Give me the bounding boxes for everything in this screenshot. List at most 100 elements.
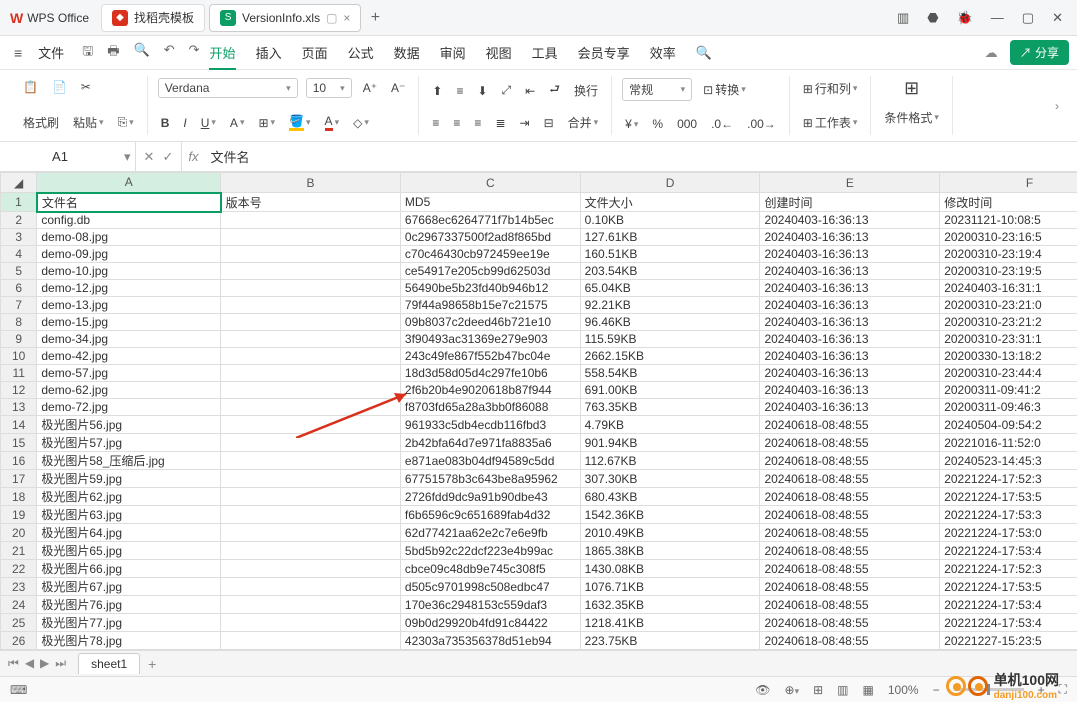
italic-icon[interactable]: I <box>180 114 189 132</box>
cell[interactable]: 4.79KB <box>580 416 760 434</box>
cell[interactable] <box>221 382 401 399</box>
cell[interactable]: 极光图片59.jpg <box>37 470 221 488</box>
cell[interactable]: 1632.35KB <box>580 596 760 614</box>
menu-review[interactable]: 审阅 <box>430 43 476 62</box>
bold-icon[interactable]: B <box>158 114 173 132</box>
align-right-icon[interactable]: ≡ <box>471 114 484 132</box>
hamburger-icon[interactable]: ≡ <box>8 45 28 61</box>
cell[interactable]: f6b6596c9c651689fab4d32 <box>400 506 580 524</box>
new-tab-button[interactable]: + <box>363 9 387 27</box>
menu-search-icon[interactable]: 🔍 <box>686 45 722 61</box>
formula-input[interactable]: 文件名 <box>204 147 255 166</box>
merge-icon[interactable]: ⊟ <box>541 114 557 132</box>
menu-formula[interactable]: 公式 <box>338 43 384 62</box>
row-header[interactable]: 26 <box>1 632 37 650</box>
paste-icon[interactable]: 📄 <box>49 78 70 96</box>
file-menu[interactable]: 文件 <box>28 43 74 62</box>
cell[interactable]: 2f6b20b4e9020618b87f944 <box>400 382 580 399</box>
cell[interactable]: 1218.41KB <box>580 614 760 632</box>
increase-font-icon[interactable]: A⁺ <box>360 79 380 97</box>
cell[interactable]: e871ae083b04df94589c5dd <box>400 452 580 470</box>
cell[interactable]: MD5 <box>400 193 580 212</box>
cell[interactable]: 0c2967337500f2ad8f865bd <box>400 229 580 246</box>
cell[interactable]: 20240618-08:48:55 <box>760 560 940 578</box>
row-header[interactable]: 23 <box>1 578 37 596</box>
cell[interactable] <box>221 434 401 452</box>
row-header[interactable]: 18 <box>1 488 37 506</box>
cell[interactable]: 203.54KB <box>580 263 760 280</box>
status-eye-icon[interactable]: 👁 <box>755 683 770 697</box>
cell[interactable]: 1865.38KB <box>580 542 760 560</box>
row-header[interactable]: 15 <box>1 434 37 452</box>
cell[interactable]: 67751578b3c643be8a95962 <box>400 470 580 488</box>
col-header-D[interactable]: D <box>580 173 760 193</box>
sheet-nav-next-icon[interactable]: ▶ <box>40 656 49 671</box>
save-icon[interactable]: 🖫 <box>82 42 93 64</box>
cell[interactable]: 20200310-23:31:1 <box>940 331 1077 348</box>
cell[interactable]: 243c49fe867f552b47bc04e <box>400 348 580 365</box>
cell[interactable]: 18d3d58d05d4c297fe10b6 <box>400 365 580 382</box>
cell[interactable]: 223.75KB <box>580 632 760 650</box>
size-select[interactable]: 10▾ <box>306 78 352 98</box>
cell[interactable]: 2010.49KB <box>580 524 760 542</box>
cell[interactable]: 20221016-11:52:0 <box>940 434 1077 452</box>
cell[interactable]: 20240403-16:36:13 <box>760 280 940 297</box>
row-header[interactable]: 19 <box>1 506 37 524</box>
cell[interactable]: 极光图片77.jpg <box>37 614 221 632</box>
cell[interactable]: cbce09c48db9e745c308f5 <box>400 560 580 578</box>
cell[interactable]: 20240618-08:48:55 <box>760 524 940 542</box>
cell[interactable]: 20240618-08:48:55 <box>760 578 940 596</box>
cell[interactable]: 极光图片67.jpg <box>37 578 221 596</box>
select-all-corner[interactable]: ◢ <box>1 173 37 193</box>
tab-close-icon[interactable]: × <box>343 11 350 25</box>
cell[interactable] <box>221 560 401 578</box>
cell[interactable]: d505c9701998c508edbc47 <box>400 578 580 596</box>
cell[interactable] <box>221 506 401 524</box>
cell[interactable]: 170e36c2948153c559daf3 <box>400 596 580 614</box>
cell[interactable]: 20240403-16:31:1 <box>940 280 1077 297</box>
cell[interactable]: 20240618-08:48:55 <box>760 506 940 524</box>
cell[interactable] <box>221 416 401 434</box>
cell[interactable]: 961933c5db4ecdb116fbd3 <box>400 416 580 434</box>
status-focus-icon[interactable]: ⊕▾ <box>785 683 800 697</box>
increase-decimal-icon[interactable]: .00→ <box>744 115 779 133</box>
cell[interactable]: demo-13.jpg <box>37 297 221 314</box>
cloud-icon[interactable]: ☁ <box>985 45 998 61</box>
worksheet-button[interactable]: ⊞ 工作表▾ <box>800 112 861 133</box>
row-header[interactable]: 5 <box>1 263 37 280</box>
cell[interactable]: 20240403-16:36:13 <box>760 297 940 314</box>
cell[interactable]: 96.46KB <box>580 314 760 331</box>
cell[interactable]: 20240403-16:36:13 <box>760 212 940 229</box>
zoom-level[interactable]: 100% <box>888 683 919 697</box>
sheet-nav-first-icon[interactable]: ⏮ <box>8 656 19 671</box>
row-header[interactable]: 6 <box>1 280 37 297</box>
cell[interactable]: 67668ec6264771f7b14b5ec <box>400 212 580 229</box>
cell[interactable]: 20240618-08:48:55 <box>760 416 940 434</box>
cell[interactable]: f8703fd65a28a3bb0f86088 <box>400 399 580 416</box>
cell[interactable]: demo-34.jpg <box>37 331 221 348</box>
cell[interactable]: 极光图片78.jpg <box>37 632 221 650</box>
cell[interactable]: 2b42bfa64d7e971fa8835a6 <box>400 434 580 452</box>
cell[interactable]: 20221224-17:53:3 <box>940 506 1077 524</box>
cell[interactable]: 文件大小 <box>580 193 760 212</box>
template-tab[interactable]: ◆ 找稻壳模板 <box>101 4 205 32</box>
align-bottom-icon[interactable]: ⬇ <box>474 82 490 100</box>
cell[interactable]: 极光图片57.jpg <box>37 434 221 452</box>
cell[interactable] <box>221 246 401 263</box>
sheet-nav-prev-icon[interactable]: ◀ <box>25 656 34 671</box>
minimize-icon[interactable]: — <box>991 10 1004 26</box>
cell[interactable]: 160.51KB <box>580 246 760 263</box>
cell[interactable]: demo-57.jpg <box>37 365 221 382</box>
border-icon[interactable]: ⊞▾ <box>255 114 278 132</box>
ribbon-more-icon[interactable]: › <box>1047 99 1067 113</box>
cell[interactable]: 20221224-17:52:3 <box>940 470 1077 488</box>
cellref-dropdown-icon[interactable]: ▾ <box>120 149 135 165</box>
cell[interactable]: 20200311-09:46:3 <box>940 399 1077 416</box>
cell[interactable]: 20221224-17:53:0 <box>940 524 1077 542</box>
cell[interactable] <box>221 212 401 229</box>
menu-insert[interactable]: 插入 <box>246 43 292 62</box>
col-header-A[interactable]: A <box>37 173 221 193</box>
cell[interactable] <box>221 470 401 488</box>
cell[interactable]: 1076.71KB <box>580 578 760 596</box>
status-layout-icon[interactable]: ▦ <box>863 683 874 697</box>
